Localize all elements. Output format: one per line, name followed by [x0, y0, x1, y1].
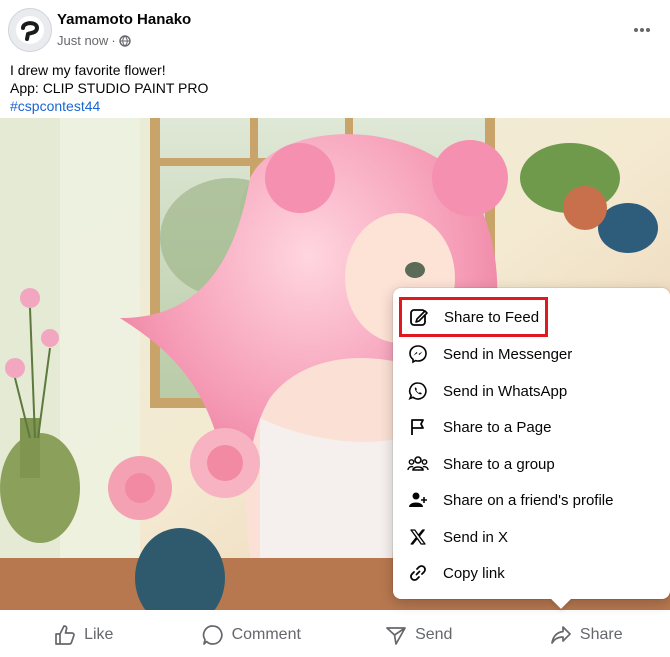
author-name[interactable]: Yamamoto Hanako [57, 11, 191, 28]
post-text-line: I drew my favorite flower! [10, 62, 166, 78]
group-icon [407, 453, 429, 475]
send-in-messenger-item[interactable]: Send in Messenger [401, 337, 663, 371]
avatar[interactable] [8, 8, 52, 52]
post-text-line: App: CLIP STUDIO PAINT PRO [10, 80, 209, 96]
messenger-icon [407, 343, 429, 365]
menu-item-label: Share to a Page [443, 418, 552, 436]
hashtag-link[interactable]: #cspcontest44 [10, 97, 208, 115]
comment-label: Comment [231, 625, 301, 643]
send-in-whatsapp-item[interactable]: Send in WhatsApp [401, 374, 663, 408]
comment-button[interactable]: Comment [168, 612, 336, 657]
share-icon [551, 625, 571, 644]
globe-icon [118, 34, 131, 47]
menu-item-label: Share to a group [443, 455, 555, 473]
like-button[interactable]: Like [0, 612, 168, 657]
comment-icon [202, 624, 223, 645]
share-button[interactable]: Share [503, 612, 670, 657]
friend-profile-icon [407, 489, 429, 511]
send-icon [386, 626, 406, 645]
link-icon [407, 562, 429, 584]
clip-studio-logo-icon [16, 16, 44, 44]
menu-item-label: Share on a friend's profile [443, 491, 614, 509]
more-dots-icon [634, 28, 650, 32]
post-text: I drew my favorite flower! App: CLIP STU… [10, 61, 208, 115]
thumbs-up-icon [55, 624, 75, 645]
menu-item-label: Share to Feed [444, 308, 540, 326]
like-label: Like [84, 625, 114, 643]
share-label: Share [579, 625, 623, 643]
share-on-friends-profile-item[interactable]: Share on a friend's profile [401, 483, 663, 517]
meta-separator: · [111, 33, 116, 48]
share-to-group-item[interactable]: Share to a group [401, 447, 663, 481]
copy-link-item[interactable]: Copy link [401, 556, 663, 590]
menu-item-label: Send in WhatsApp [443, 382, 568, 400]
edit-icon [408, 306, 430, 328]
share-to-feed-item[interactable]: Share to Feed [399, 297, 548, 337]
post-header: Yamamoto Hanako Just now · [0, 0, 670, 58]
send-in-x-item[interactable]: Send in X [401, 520, 663, 554]
whatsapp-icon [407, 380, 429, 402]
share-to-page-item[interactable]: Share to a Page [401, 410, 663, 444]
send-button[interactable]: Send [335, 612, 503, 657]
share-menu: Share to Feed Send in Messenger Send in … [393, 288, 670, 609]
post-action-bar: Like Comment Send Share [0, 612, 670, 657]
timestamp[interactable]: Just now [57, 33, 108, 48]
send-label: Send [415, 625, 453, 643]
menu-item-label: Send in X [443, 528, 509, 546]
menu-item-label: Send in Messenger [443, 345, 573, 363]
more-options-button[interactable] [628, 18, 656, 42]
menu-item-label: Copy link [443, 564, 505, 582]
flag-icon [407, 416, 429, 438]
x-icon [407, 526, 429, 548]
post-meta: Just now · [57, 33, 131, 48]
